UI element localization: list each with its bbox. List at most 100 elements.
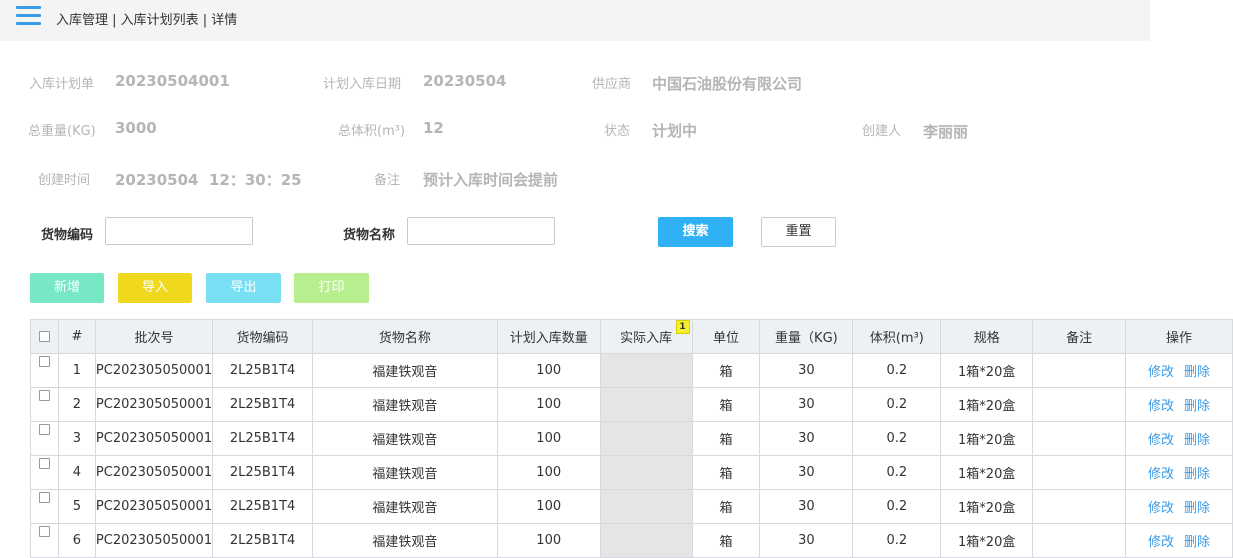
name-search-input[interactable] (407, 217, 555, 245)
col-header-actions: 操作 (1125, 319, 1233, 354)
row-batch: PC202305050001 (94, 523, 214, 558)
row-code: 2L25B1T4 (212, 489, 314, 524)
weight-value: 3000 (115, 119, 157, 137)
row-unit: 箱 (691, 387, 761, 422)
volume-value: 12 (423, 119, 444, 137)
row-checkbox[interactable] (38, 492, 50, 503)
top-bar: 入库管理 | 入库计划列表 | 详情 (0, 0, 1150, 41)
delete-link[interactable]: 删除 (1184, 535, 1210, 550)
col-header-remark: 备注 (1032, 319, 1127, 354)
row-actual-input[interactable] (599, 421, 693, 456)
row-actual-input[interactable] (599, 353, 693, 388)
row-name: 福建铁观音 (312, 455, 498, 490)
status-value: 计划中 (652, 122, 698, 140)
table-row: 3 PC202305050001 2L25B1T4 福建铁观音 100 箱 30 0.2 1箱*… (30, 421, 1233, 456)
edit-link[interactable]: 修改 (1148, 399, 1174, 414)
delete-link[interactable]: 删除 (1184, 399, 1210, 414)
remark-value: 预计入库时间会提前 (423, 171, 559, 189)
row-actions: 修改 删除 (1125, 489, 1233, 524)
row-index: 6 (57, 523, 96, 558)
col-header-index: # (57, 319, 96, 354)
col-header-volume: 体积(m³) (852, 319, 942, 354)
row-spec: 1箱*20盒 (940, 455, 1034, 490)
row-index: 2 (57, 387, 96, 422)
delete-link[interactable]: 删除 (1184, 501, 1210, 516)
reset-button[interactable]: 重置 (761, 217, 836, 247)
row-volume: 0.2 (852, 455, 942, 490)
col-header-actual-label: 实际入库 (620, 331, 673, 346)
code-search-label: 货物编码 (41, 228, 94, 243)
row-actions: 修改 删除 (1125, 455, 1233, 490)
edit-link[interactable]: 修改 (1148, 467, 1174, 482)
delete-link[interactable]: 删除 (1184, 365, 1210, 380)
row-plan-qty: 100 (496, 421, 601, 456)
row-remark (1032, 421, 1127, 456)
row-volume: 0.2 (852, 421, 942, 456)
row-batch: PC202305050001 (94, 421, 214, 456)
row-weight: 30 (759, 489, 854, 524)
row-actual-input[interactable] (599, 489, 693, 524)
table-row: 6 PC202305050001 2L25B1T4 福建铁观音 100 箱 30 0.2 1箱*… (30, 523, 1233, 558)
row-checkbox[interactable] (38, 424, 50, 435)
row-plan-qty: 100 (496, 523, 601, 558)
row-remark (1032, 353, 1127, 388)
col-header-spec: 规格 (940, 319, 1034, 354)
row-checkbox[interactable] (38, 356, 50, 367)
status-label: 状态 (604, 124, 631, 139)
row-code: 2L25B1T4 (212, 353, 314, 388)
row-name: 福建铁观音 (312, 523, 498, 558)
row-volume: 0.2 (852, 523, 942, 558)
edit-link[interactable]: 修改 (1148, 501, 1174, 516)
row-actual-input[interactable] (599, 387, 693, 422)
supplier-value: 中国石油股份有限公司 (652, 75, 803, 93)
row-select-cell (30, 489, 59, 524)
code-search-input[interactable] (105, 217, 253, 245)
inbound-items-table: # 批次号 货物编码 货物名称 计划入库数量 实际入库 1 单位 重量（KG) 体… (30, 319, 1233, 558)
actual-count-badge: 1 (675, 320, 690, 334)
search-button[interactable]: 搜索 (658, 217, 733, 247)
row-actions: 修改 删除 (1125, 523, 1233, 558)
add-button[interactable]: 新增 (30, 273, 104, 303)
row-index: 5 (57, 489, 96, 524)
select-all-checkbox[interactable] (38, 331, 50, 342)
row-name: 福建铁观音 (312, 387, 498, 422)
table-row: 2 PC202305050001 2L25B1T4 福建铁观音 100 箱 30 0.2 1箱*… (30, 387, 1233, 422)
name-search-label: 货物名称 (343, 228, 396, 243)
row-select-cell (30, 353, 59, 388)
print-button[interactable]: 打印 (294, 273, 369, 303)
col-header-name: 货物名称 (312, 319, 498, 354)
row-batch: PC202305050001 (94, 489, 214, 524)
plan-no-label: 入库计划单 (29, 77, 95, 92)
row-unit: 箱 (691, 489, 761, 524)
row-code: 2L25B1T4 (212, 421, 314, 456)
creator-value: 李丽丽 (923, 123, 969, 141)
export-button[interactable]: 导出 (206, 273, 281, 303)
edit-link[interactable]: 修改 (1148, 433, 1174, 448)
row-weight: 30 (759, 523, 854, 558)
row-plan-qty: 100 (496, 387, 601, 422)
row-checkbox[interactable] (38, 526, 50, 537)
created-label: 创建时间 (38, 173, 91, 188)
row-index: 3 (57, 421, 96, 456)
row-unit: 箱 (691, 523, 761, 558)
row-actual-input[interactable] (599, 523, 693, 558)
row-plan-qty: 100 (496, 455, 601, 490)
creator-label: 创建人 (862, 124, 902, 139)
row-checkbox[interactable] (38, 390, 50, 401)
row-actual-input[interactable] (599, 455, 693, 490)
row-spec: 1箱*20盒 (940, 387, 1034, 422)
plan-no-value: 20230504001 (115, 72, 230, 90)
table-row: 1 PC202305050001 2L25B1T4 福建铁观音 100 箱 30 0.2 1箱*… (30, 353, 1233, 388)
row-spec: 1箱*20盒 (940, 421, 1034, 456)
edit-link[interactable]: 修改 (1148, 365, 1174, 380)
row-checkbox[interactable] (38, 458, 50, 469)
menu-icon[interactable] (16, 6, 41, 26)
delete-link[interactable]: 删除 (1184, 433, 1210, 448)
edit-link[interactable]: 修改 (1148, 535, 1174, 550)
delete-link[interactable]: 删除 (1184, 467, 1210, 482)
breadcrumb: 入库管理 | 入库计划列表 | 详情 (56, 13, 238, 28)
row-volume: 0.2 (852, 387, 942, 422)
import-button[interactable]: 导入 (118, 273, 192, 303)
row-batch: PC202305050001 (94, 353, 214, 388)
row-weight: 30 (759, 421, 854, 456)
